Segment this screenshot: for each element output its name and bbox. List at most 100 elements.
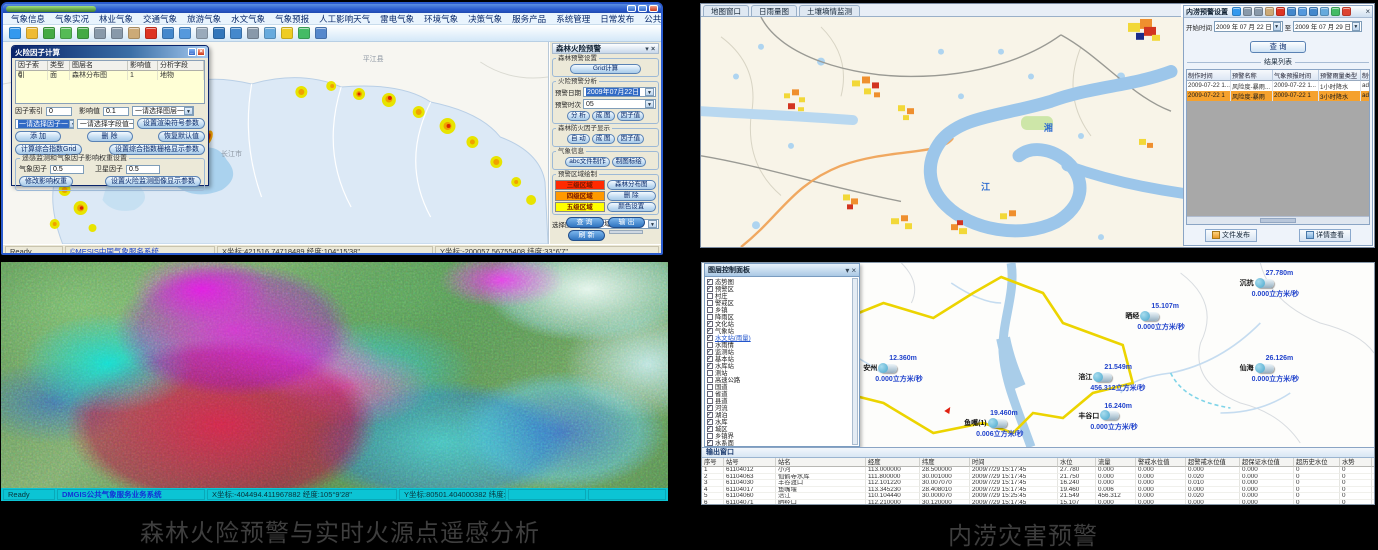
hydro-station[interactable]: 21.549m 涪江 456.312立方米/秒	[1078, 364, 1188, 393]
zoom-in-icon[interactable]	[94, 27, 106, 39]
layer-select[interactable]: 一请选择图层一▼	[132, 106, 194, 116]
menu-item[interactable]: 交通气象	[143, 13, 177, 25]
set-display-button[interactable]: 设置综合指数栅格显示参数	[109, 144, 205, 155]
warn-time-select[interactable]: 05▼	[583, 99, 656, 109]
chevron-down-icon[interactable]: ▼	[645, 100, 654, 108]
menu-item[interactable]: 水文气象	[231, 13, 265, 25]
column-header[interactable]: 水势	[1340, 458, 1372, 467]
forest-map-button[interactable]: 森林分布图	[607, 180, 657, 190]
menu-item[interactable]: 环境气象	[424, 13, 458, 25]
impact-input[interactable]	[103, 107, 129, 116]
menu-item[interactable]: 系统管理	[556, 13, 590, 25]
image-icon[interactable]	[1320, 7, 1329, 16]
remote-sensing-image[interactable]	[1, 262, 668, 488]
chevron-down-icon[interactable]: ▼	[645, 88, 654, 96]
dialog-minimize-button[interactable]: _	[188, 48, 196, 56]
map-icon[interactable]	[230, 27, 242, 39]
hydro-station[interactable]: 16.240m 丰谷口 0.000立方米/秒	[1078, 403, 1188, 432]
column-header[interactable]: 测站类型	[1372, 458, 1374, 467]
back-icon[interactable]	[298, 27, 310, 39]
menu-item[interactable]: 服务产品	[512, 13, 546, 25]
select-arrow-icon[interactable]	[43, 27, 55, 39]
refresh-icon[interactable]	[1298, 7, 1307, 16]
factor-value-button[interactable]: 因子值	[617, 111, 645, 121]
fire-image-params-button[interactable]: 设置火险监测图像显示参数	[105, 176, 201, 187]
column-header[interactable]: 超警戒水位值	[1186, 458, 1240, 467]
layer-checkbox[interactable]	[707, 370, 713, 376]
panel-close-icon[interactable]: ×	[1365, 7, 1370, 16]
column-header[interactable]: 经度	[866, 458, 920, 467]
column-header[interactable]: 序号	[702, 458, 724, 467]
pan-hand-icon[interactable]	[1265, 7, 1274, 16]
tab[interactable]: 日雨量图	[751, 5, 797, 16]
pin-icon[interactable]	[281, 27, 293, 39]
horizontal-scrollbar[interactable]	[1187, 216, 1369, 224]
pin-icon[interactable]: ▾	[645, 46, 649, 53]
column-header[interactable]: 站名	[776, 458, 866, 467]
satellite-factor-input[interactable]	[126, 165, 160, 174]
calc-grid-button[interactable]: 计算综合指数Grid	[15, 144, 82, 155]
layer-item[interactable]: 警戒区	[707, 299, 851, 306]
pan-hand-icon[interactable]	[128, 27, 140, 39]
chevron-down-icon[interactable]: ▼	[184, 107, 193, 115]
publish-button[interactable]: 文件发布	[1205, 229, 1257, 242]
window-icon[interactable]	[162, 27, 174, 39]
print-icon[interactable]	[247, 27, 259, 39]
layer-checkbox[interactable]	[707, 440, 713, 446]
analyze-button[interactable]: 分 析	[567, 111, 590, 121]
grid-calc-button[interactable]: Grid计算	[570, 64, 641, 74]
hydro-station[interactable]: 27.780m 沉抗 0.000立方米/秒	[1240, 270, 1350, 299]
back-icon[interactable]	[1331, 7, 1340, 16]
chevron-down-icon[interactable]: ▼	[69, 120, 74, 128]
layer-checkbox[interactable]	[707, 300, 713, 306]
abc-file-button[interactable]: abc文件制作	[565, 157, 609, 167]
zoom-out-icon[interactable]	[1254, 7, 1263, 16]
zoom-out-arrow-icon[interactable]	[77, 27, 89, 39]
column-header[interactable]: 站号	[724, 458, 776, 467]
column-header[interactable]: 超历史水位	[1294, 458, 1340, 467]
column-header[interactable]: 超保证水位值	[1240, 458, 1294, 467]
layer-checkbox[interactable]	[707, 377, 713, 383]
fire-app-titlebar[interactable]	[3, 4, 661, 13]
menu-item[interactable]: 雷电气象	[380, 13, 414, 25]
menu-item[interactable]: 人工影响天气	[319, 13, 370, 25]
image-icon[interactable]	[213, 27, 225, 39]
column-header[interactable]: 流量	[1096, 458, 1136, 467]
stop-icon[interactable]	[1342, 7, 1351, 16]
layer-checkbox[interactable]	[707, 391, 713, 397]
factor-table-row[interactable]: 0 面 森林分布图 1 地物	[16, 71, 204, 80]
flood-map[interactable]: 湘 江	[701, 17, 1184, 247]
hydro-station[interactable]: 26.126m 仙海 0.000立方米/秒	[1240, 355, 1350, 384]
factor-index-input[interactable]	[46, 107, 72, 116]
zoom-slider[interactable]	[609, 230, 643, 234]
add-button[interactable]: 添 加	[15, 131, 61, 142]
menu-item[interactable]: 决策气象	[468, 13, 502, 25]
dialog-close-button[interactable]: ×	[197, 48, 205, 56]
render-params-button[interactable]: 设置渲染符号参数	[137, 118, 205, 129]
factor-value-button[interactable]: 因子值	[617, 134, 645, 144]
search-icon[interactable]	[196, 27, 208, 39]
date-from-picker[interactable]: 2009 年 07 月 22 日▼	[1214, 21, 1283, 32]
globe-icon[interactable]	[1232, 7, 1241, 16]
layer-item[interactable]: 预警区	[707, 285, 851, 292]
output-button[interactable]: 输 出	[608, 217, 646, 228]
layer-checkbox[interactable]	[707, 293, 713, 299]
plot-button[interactable]: 制图标绘	[612, 157, 646, 167]
column-header[interactable]: 纬度	[920, 458, 970, 467]
warn-date-select[interactable]: 2009年07月22日▼	[583, 87, 656, 97]
panel-close-icon[interactable]: ×	[851, 266, 856, 275]
layer-item[interactable]: 国道	[707, 383, 851, 390]
layer-item[interactable]: 水库站	[707, 362, 851, 369]
send-icon[interactable]	[264, 27, 276, 39]
globe-icon[interactable]	[9, 27, 21, 39]
tab[interactable]: 土壤墒情监测	[799, 5, 860, 16]
menu-item[interactable]: 林业气象	[99, 13, 133, 25]
modify-weight-button[interactable]: 修改影响权重	[19, 176, 73, 187]
layer-item[interactable]: 县道	[707, 397, 851, 404]
hydro-station[interactable]: 12.360m 安州 0.000立方米/秒	[863, 355, 973, 384]
close-icon[interactable]	[1276, 7, 1285, 16]
layer-item[interactable]: 省道	[707, 390, 851, 397]
vertical-scrollbar[interactable]	[852, 278, 858, 445]
hydro-station[interactable]: 19.460m 鱼嘴(1) 0.006立方米/秒	[964, 410, 1074, 439]
minimize-button[interactable]	[627, 5, 636, 12]
